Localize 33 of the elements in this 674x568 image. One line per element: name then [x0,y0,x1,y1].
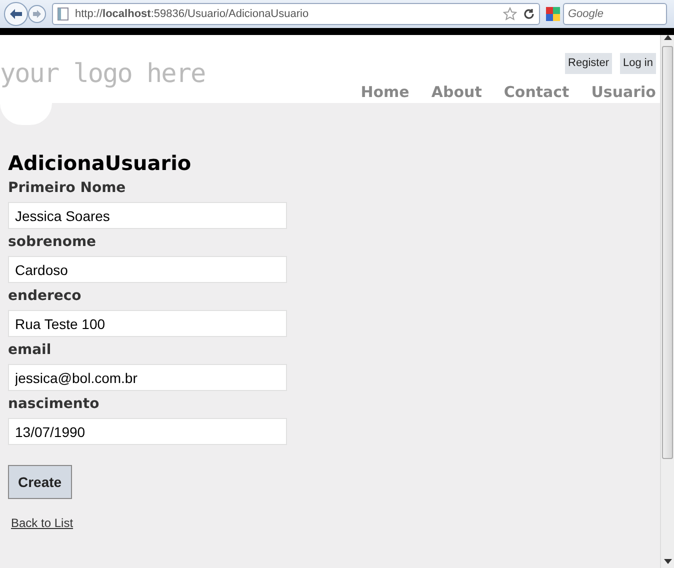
field-label: email [8,341,52,359]
input-field[interactable]: Cardoso [8,256,287,283]
scrollbar[interactable] [660,35,674,568]
account-link[interactable]: Register [565,53,612,74]
forward-arrow-icon [32,9,42,19]
create-button[interactable]: Create [8,465,72,499]
input-field[interactable]: Jessica Soares [8,202,287,229]
back-arrow-icon [9,8,23,20]
field-label: sobrenome [8,233,98,251]
page-icon [57,7,69,21]
star-icon[interactable] [503,7,517,21]
url-text: http://localhost:59836/Usuario/AdicionaUsuario [75,6,310,22]
search-field[interactable]: Google [563,3,667,25]
scrollbar-thumb[interactable] [662,46,673,459]
menu-link[interactable]: Home [360,80,410,103]
menu-link[interactable]: Contact [504,80,570,103]
back-to-list-link[interactable]: Back to List [11,514,74,532]
search-engine-icon [546,7,560,21]
field-label: endereco [8,287,82,305]
page-title: AdicionaUsuario [8,151,192,175]
back-button[interactable] [4,2,28,26]
menu-link[interactable]: About [431,80,482,103]
input-field[interactable]: Rua Teste 100 [8,310,287,337]
logo-text: your logo here [0,58,206,91]
address-bar[interactable]: http://localhost:59836/Usuario/AdicionaUsuario [52,3,540,25]
menu-link[interactable]: Usuario [591,80,656,103]
scroll-down-icon[interactable] [664,559,672,564]
account-link[interactable]: Log in [620,53,656,74]
refresh-icon[interactable] [523,8,535,20]
input-field[interactable]: jessica@bol.com.br [8,364,287,391]
field-label: nascimento [8,395,100,413]
input-field[interactable]: 13/07/1990 [8,418,287,445]
field-label: Primeiro Nome [8,179,127,197]
